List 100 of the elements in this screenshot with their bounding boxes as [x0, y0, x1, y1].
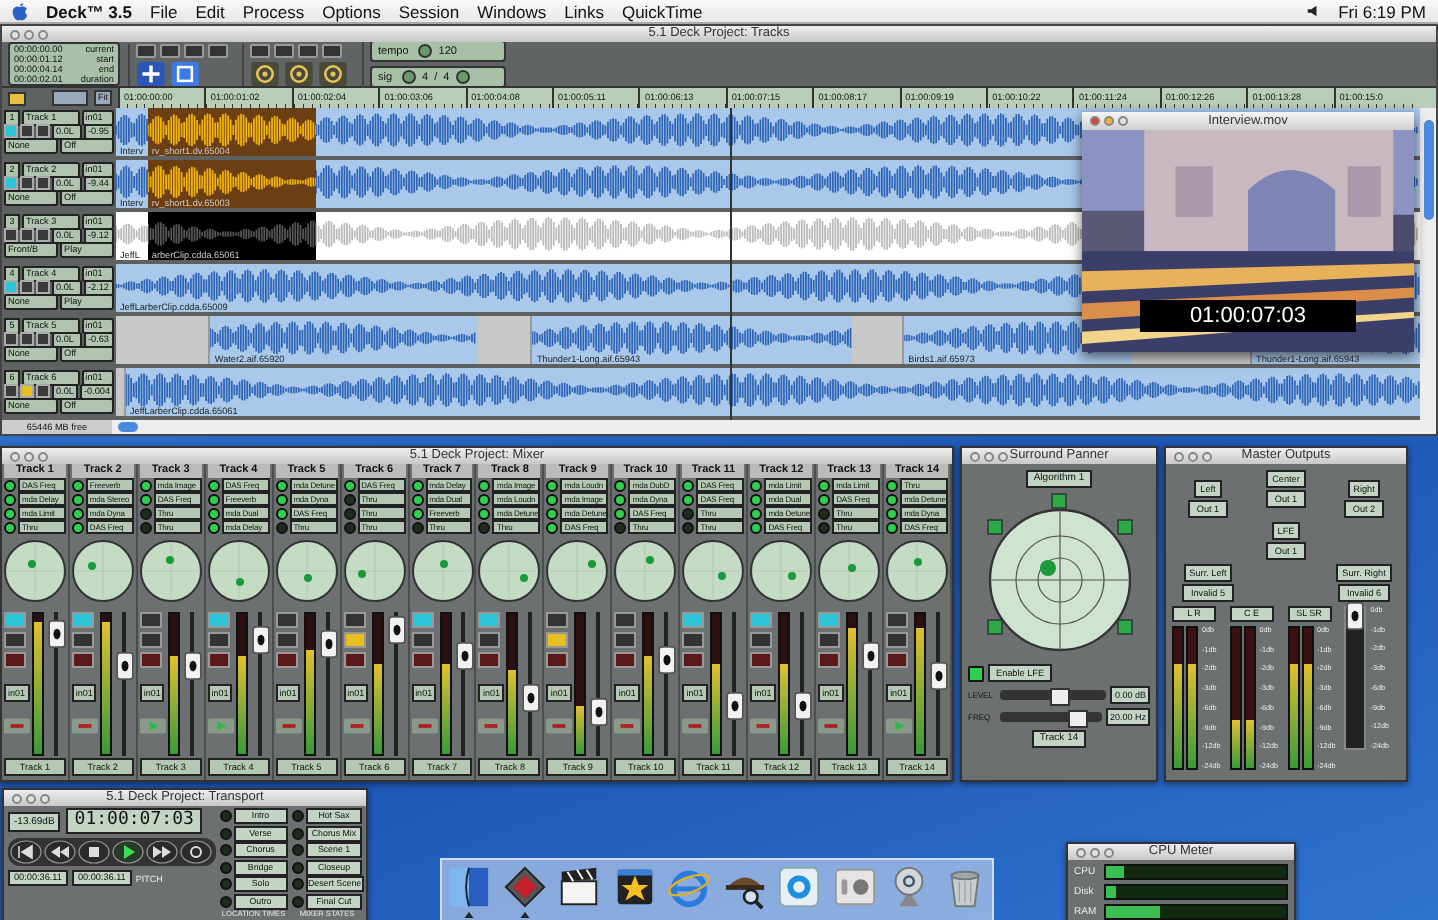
record-button[interactable] — [4, 280, 18, 295]
scroll-bar[interactable] — [1420, 108, 1436, 420]
insert-toggle[interactable] — [886, 479, 899, 491]
solo-button[interactable] — [20, 124, 34, 139]
insert-toggle[interactable] — [275, 507, 288, 519]
insert-toggle[interactable] — [343, 493, 356, 505]
insert-toggle[interactable] — [546, 493, 559, 505]
record-button[interactable] — [750, 652, 773, 668]
insert-toggle[interactable] — [343, 507, 356, 519]
lfe-checkbox[interactable] — [968, 665, 984, 681]
insert-toggle[interactable] — [343, 479, 356, 491]
small-button[interactable] — [8, 91, 26, 105]
fader-handle[interactable] — [794, 691, 813, 720]
record-button[interactable] — [546, 652, 569, 668]
record-button[interactable] — [343, 652, 366, 668]
insert-toggle[interactable] — [411, 493, 424, 505]
record-button[interactable] — [411, 652, 434, 668]
menu-clock[interactable]: Fri 6:19 PM — [1338, 1, 1426, 21]
solo-button[interactable] — [20, 280, 34, 295]
record-button[interactable] — [207, 652, 230, 668]
fader-handle[interactable] — [251, 626, 270, 655]
stop-icon[interactable] — [78, 840, 110, 864]
record-button[interactable] — [71, 652, 94, 668]
fader-handle[interactable] — [522, 684, 541, 713]
mute-button[interactable] — [275, 612, 298, 628]
fader-handle[interactable] — [319, 629, 338, 658]
insert-toggle[interactable] — [750, 479, 763, 491]
pan-pad[interactable] — [4, 540, 66, 602]
solo-button[interactable] — [886, 632, 909, 648]
fader-handle[interactable] — [658, 646, 677, 675]
mute-button[interactable] — [546, 612, 569, 628]
insert-toggle[interactable] — [411, 521, 424, 533]
split-face-icon[interactable] — [446, 864, 493, 910]
pan-pad[interactable] — [71, 540, 134, 602]
insert-toggle[interactable] — [682, 493, 695, 505]
solo-button[interactable] — [275, 632, 298, 648]
pan-pad[interactable] — [207, 540, 270, 602]
record-button[interactable] — [886, 652, 909, 668]
solo-button[interactable] — [411, 632, 434, 648]
mute-button[interactable] — [36, 280, 50, 295]
solo-button[interactable] — [4, 632, 26, 648]
fader-handle[interactable] — [183, 652, 202, 681]
insert-toggle[interactable] — [139, 507, 152, 519]
insert-toggle[interactable] — [818, 493, 831, 505]
insert-toggle[interactable] — [4, 479, 16, 491]
mute-button[interactable] — [36, 124, 50, 139]
menu-item[interactable]: Process — [242, 1, 305, 21]
insert-toggle[interactable] — [614, 521, 627, 533]
record-button[interactable] — [682, 652, 705, 668]
cursor-tool-icon[interactable] — [136, 61, 166, 85]
pan-pad[interactable] — [275, 540, 338, 602]
insert-toggle[interactable] — [818, 507, 831, 519]
solo-button[interactable] — [478, 632, 501, 648]
menu-item[interactable]: Options — [322, 1, 381, 21]
insert-toggle[interactable] — [4, 493, 16, 505]
menu-item[interactable]: Session — [398, 1, 460, 21]
insert-toggle[interactable] — [546, 479, 559, 491]
fader-handle[interactable] — [455, 641, 474, 670]
fader-handle[interactable] — [1346, 601, 1365, 629]
mute-button[interactable] — [886, 612, 909, 628]
slider[interactable] — [1000, 712, 1102, 722]
record-button[interactable] — [4, 332, 18, 347]
insert-toggle[interactable] — [4, 521, 16, 533]
insert-toggle[interactable] — [682, 479, 695, 491]
switch-icon[interactable] — [831, 864, 878, 910]
insert-toggle[interactable] — [886, 521, 899, 533]
insert-toggle[interactable] — [71, 507, 84, 519]
insert-toggle[interactable] — [478, 479, 491, 491]
mute-button[interactable] — [36, 332, 50, 347]
insert-toggle[interactable] — [750, 521, 763, 533]
insert-toggle[interactable] — [614, 479, 627, 491]
pan-pad[interactable] — [478, 540, 541, 602]
fader-handle[interactable] — [387, 615, 406, 644]
solo-button[interactable] — [139, 632, 162, 648]
record-button[interactable] — [478, 652, 501, 668]
insert-toggle[interactable] — [682, 521, 695, 533]
insert-toggle[interactable] — [886, 507, 899, 519]
fader-handle[interactable] — [726, 691, 745, 720]
insert-toggle[interactable] — [207, 493, 220, 505]
insert-toggle[interactable] — [343, 521, 356, 533]
insert-toggle[interactable] — [71, 493, 84, 505]
insert-toggle[interactable] — [139, 479, 152, 491]
insert-toggle[interactable] — [818, 479, 831, 491]
fast-forward-icon[interactable] — [146, 840, 178, 864]
menu-item[interactable]: Edit — [195, 1, 225, 21]
insert-toggle[interactable] — [478, 507, 491, 519]
insert-toggle[interactable] — [818, 521, 831, 533]
record-button[interactable] — [4, 228, 18, 243]
record-button[interactable] — [4, 176, 18, 191]
record-button[interactable] — [818, 652, 841, 668]
mute-button[interactable] — [36, 228, 50, 243]
solo-button[interactable] — [20, 228, 34, 243]
insert-toggle[interactable] — [682, 507, 695, 519]
insert-toggle[interactable] — [614, 507, 627, 519]
fader-handle[interactable] — [47, 619, 66, 648]
insert-toggle[interactable] — [275, 521, 288, 533]
solo-button[interactable] — [614, 632, 637, 648]
record-button[interactable] — [4, 652, 26, 668]
insert-toggle[interactable] — [478, 521, 491, 533]
solo-button[interactable] — [682, 632, 705, 648]
